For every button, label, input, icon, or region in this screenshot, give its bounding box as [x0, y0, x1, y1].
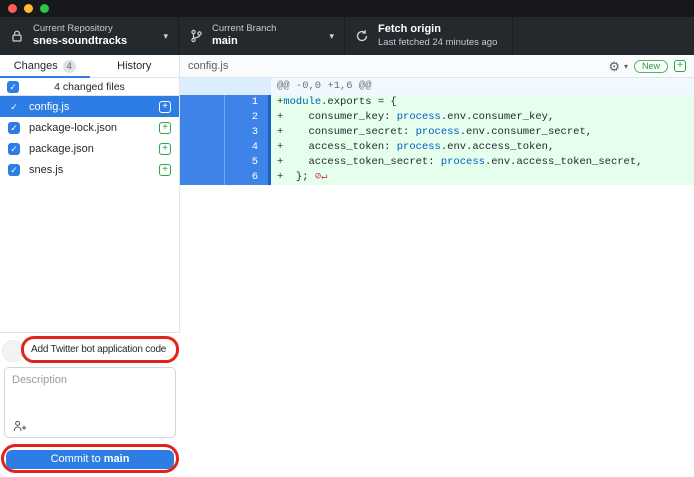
- include-all-row: ✓ 4 changed files: [0, 78, 179, 96]
- chevron-down-icon: ▾: [329, 31, 334, 42]
- line-number: 1: [225, 95, 267, 110]
- changed-files-count: 4 changed files: [0, 81, 179, 93]
- repository-label: Current Repository: [33, 23, 127, 35]
- added-file-icon: +: [159, 164, 171, 176]
- diff-line-content: +module.exports = {: [271, 95, 694, 110]
- chevron-down-icon: ▾: [163, 31, 168, 42]
- titlebar: [0, 0, 694, 17]
- diff-line-content: + access_token: process.env.access_token…: [271, 140, 694, 155]
- diff-line-gutter[interactable]: 1: [180, 95, 271, 110]
- commit-description-input[interactable]: [5, 368, 175, 416]
- file-checkbox[interactable]: ✓: [8, 164, 20, 176]
- last-fetched-text: Last fetched 24 minutes ago: [378, 37, 497, 49]
- file-checkbox[interactable]: ✓: [8, 122, 20, 134]
- line-number: 6: [225, 170, 267, 185]
- add-coauthor-button[interactable]: [13, 420, 27, 432]
- git-branch-icon: [189, 29, 203, 43]
- description-box: [4, 367, 176, 438]
- diff-lines: 1 +module.exports = { 2 + consumer_key: pro…: [180, 95, 694, 185]
- hunk-header-text: @@ -0,0 +1,6 @@: [271, 78, 694, 95]
- added-file-icon: +: [159, 143, 171, 155]
- line-number: 2: [225, 110, 267, 125]
- diff-line-gutter[interactable]: 5: [180, 155, 271, 170]
- include-all-checkbox[interactable]: ✓: [7, 81, 19, 93]
- branch-name: main: [212, 35, 276, 49]
- diff-line-content: + }; ⊘↵: [271, 170, 694, 185]
- file-row[interactable]: ✓ package-lock.json +: [0, 117, 179, 138]
- diff-panel: config.js ⚙ ▾ New + @@ -0,0 +1,6 @@ 1 +mo…: [180, 55, 694, 477]
- fetch-origin-label: Fetch origin: [378, 23, 497, 37]
- current-branch-dropdown[interactable]: Current Branch main ▾: [179, 17, 345, 55]
- file-name: package.json: [29, 143, 150, 155]
- file-row[interactable]: ✓ config.js +: [0, 96, 179, 117]
- diff-line-content: + consumer_key: process.env.consumer_key…: [271, 110, 694, 125]
- file-row[interactable]: ✓ package.json +: [0, 139, 179, 160]
- hunk-header-row: @@ -0,0 +1,6 @@: [180, 78, 694, 95]
- line-number: 3: [225, 125, 267, 140]
- tab-history[interactable]: History: [90, 55, 180, 77]
- added-file-icon: +: [159, 122, 171, 134]
- summary-annotation-highlight: [21, 336, 179, 363]
- diff-line[interactable]: 4 + access_token: process.env.access_toke…: [180, 140, 694, 155]
- added-file-icon: +: [159, 101, 171, 113]
- file-name: config.js: [29, 101, 150, 113]
- commit-to-main-button[interactable]: Commit to main: [6, 450, 174, 469]
- diff-line[interactable]: 1 +module.exports = {: [180, 95, 694, 110]
- branch-label: Current Branch: [212, 23, 276, 35]
- commit-summary-input[interactable]: [24, 344, 176, 355]
- repository-name: snes-soundtracks: [33, 35, 127, 49]
- file-row[interactable]: ✓ snes.js +: [0, 160, 179, 181]
- minimize-window-button[interactable]: [24, 4, 33, 13]
- gear-icon[interactable]: ⚙: [608, 60, 620, 73]
- diff-line-gutter[interactable]: 4: [180, 140, 271, 155]
- file-list: ✓ config.js + ✓ package-lock.json + ✓ package.j…: [0, 96, 179, 181]
- commit-branch-name: main: [104, 453, 130, 465]
- chevron-down-icon[interactable]: ▾: [624, 62, 628, 71]
- diff-line[interactable]: 3 + consumer_secret: process.env.consumer…: [180, 125, 694, 140]
- current-repository-dropdown[interactable]: Current Repository snes-soundtracks ▾: [0, 17, 179, 55]
- file-checkbox[interactable]: ✓: [8, 101, 20, 113]
- commit-button-annotation-highlight: Commit to main: [1, 444, 179, 473]
- fetch-origin-button[interactable]: Fetch origin Last fetched 24 minutes ago: [345, 17, 513, 55]
- diff-line[interactable]: 6 + }; ⊘↵: [180, 170, 694, 185]
- file-name: snes.js: [29, 164, 150, 176]
- diff-line-gutter[interactable]: 3: [180, 125, 271, 140]
- zoom-window-button[interactable]: [40, 4, 49, 13]
- toolbar: Current Repository snes-soundtracks ▾ Cu…: [0, 17, 694, 55]
- sidebar-tabbar: Changes 4 History: [0, 55, 179, 78]
- diff-line[interactable]: 2 + consumer_key: process.env.consumer_ke…: [180, 110, 694, 125]
- line-number: 5: [225, 155, 267, 170]
- diff-line-gutter[interactable]: 2: [180, 110, 271, 125]
- diff-line-gutter[interactable]: 6: [180, 170, 271, 185]
- file-checkbox[interactable]: ✓: [8, 143, 20, 155]
- hunk-gutter: [180, 78, 271, 95]
- diff-line-content: + access_token_secret: process.env.acces…: [271, 155, 694, 170]
- line-number: 4: [225, 140, 267, 155]
- added-file-icon: +: [674, 60, 686, 72]
- github-desktop-window: Current Repository snes-soundtracks ▾ Cu…: [0, 0, 694, 477]
- diff-line-content: + consumer_secret: process.env.consumer_…: [271, 125, 694, 140]
- close-window-button[interactable]: [8, 4, 17, 13]
- sync-icon: [355, 29, 369, 43]
- file-status-badge: New: [634, 60, 668, 73]
- diff-filename: config.js: [188, 60, 608, 72]
- diff-line[interactable]: 5 + access_token_secret: process.env.acce…: [180, 155, 694, 170]
- changes-count-badge: 4: [63, 60, 76, 73]
- diff-header: config.js ⚙ ▾ New +: [180, 55, 694, 78]
- tab-history-label: History: [117, 60, 151, 72]
- tab-changes-label: Changes: [14, 60, 58, 72]
- diff-body: @@ -0,0 +1,6 @@ 1 +module.exports = { 2 + c…: [180, 78, 694, 185]
- tab-changes[interactable]: Changes 4: [0, 55, 90, 77]
- file-name: package-lock.json: [29, 122, 150, 134]
- lock-icon: [10, 29, 24, 43]
